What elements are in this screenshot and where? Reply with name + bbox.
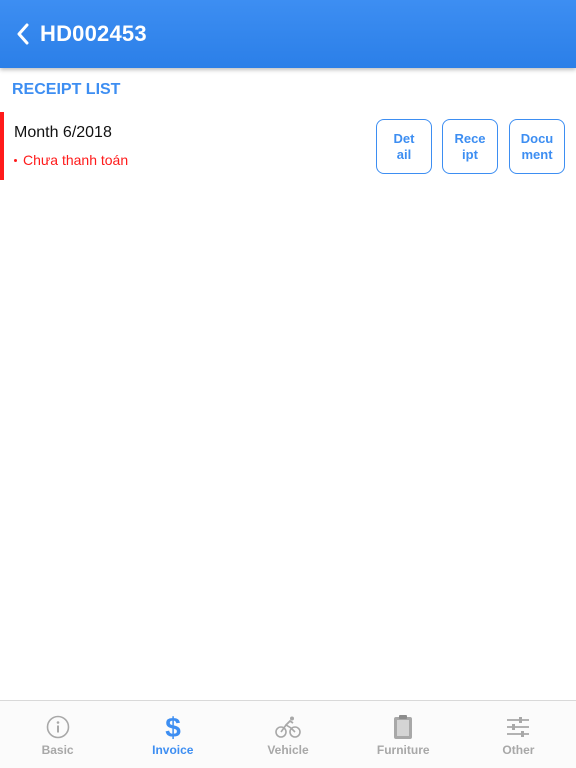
- status-indicator-bar: [0, 112, 4, 180]
- sliders-icon: [504, 714, 532, 740]
- receipt-month: Month 6/2018: [14, 124, 112, 141]
- tab-furniture[interactable]: Furniture: [346, 701, 461, 768]
- receipt-button[interactable]: Rece ipt: [442, 119, 498, 174]
- section-title: RECEIPT LIST: [12, 81, 121, 98]
- chevron-left-icon: [17, 23, 29, 45]
- page-title: HD002453: [40, 21, 147, 46]
- tab-other[interactable]: Other: [461, 701, 576, 768]
- clipboard-icon: [389, 714, 417, 740]
- tab-label: Basic: [41, 743, 74, 757]
- svg-text:$: $: [165, 713, 181, 741]
- tab-label: Vehicle: [267, 743, 309, 757]
- info-icon: [44, 714, 72, 740]
- receipt-status-text: Chưa thanh toán: [23, 152, 129, 168]
- tab-label: Invoice: [152, 743, 194, 757]
- detail-button[interactable]: Det ail: [376, 119, 432, 174]
- back-button[interactable]: [6, 0, 40, 68]
- tab-bar: Basic $ Invoice Vehicle Furniture Other: [0, 700, 576, 768]
- receipt-list-item[interactable]: Month 6/2018 Chưa thanh toán Det ail Rec…: [0, 112, 576, 180]
- bicycle-icon: [274, 714, 302, 740]
- tab-label: Other: [502, 743, 535, 757]
- app-header: HD002453: [0, 0, 576, 68]
- tab-invoice[interactable]: $ Invoice: [115, 701, 230, 768]
- dollar-icon: $: [159, 713, 187, 741]
- tab-basic[interactable]: Basic: [0, 701, 115, 768]
- bullet-icon: [14, 159, 17, 162]
- receipt-status: Chưa thanh toán: [14, 152, 128, 168]
- document-button[interactable]: Docu ment: [509, 119, 565, 174]
- tab-vehicle[interactable]: Vehicle: [230, 701, 345, 768]
- tab-label: Furniture: [376, 743, 430, 757]
